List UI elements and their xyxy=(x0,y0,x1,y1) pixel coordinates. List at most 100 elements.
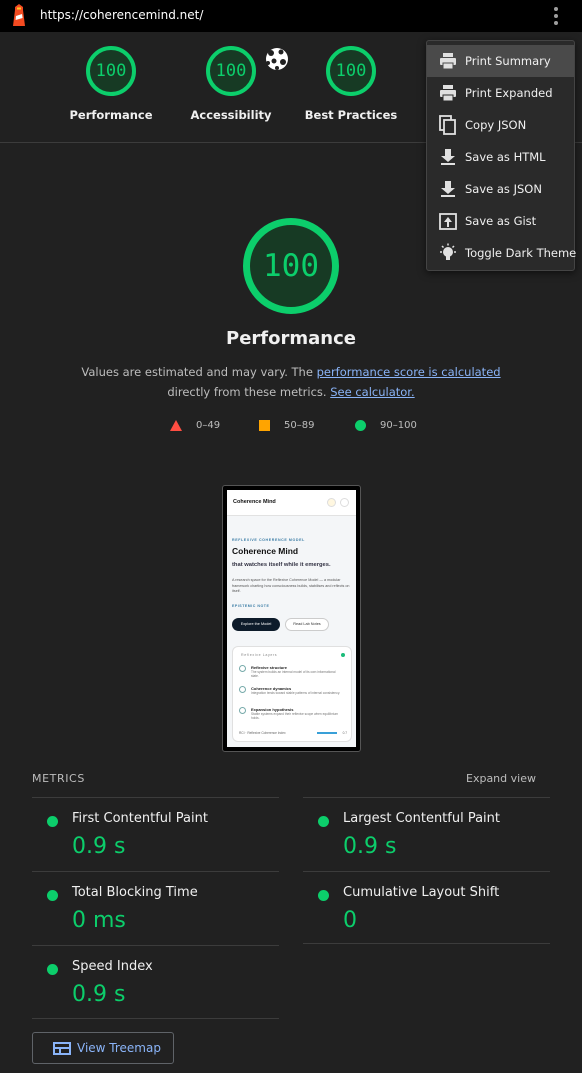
copy-icon xyxy=(439,115,456,135)
menu-icon xyxy=(340,498,349,507)
gauge-score: 100 xyxy=(206,46,256,96)
download-icon xyxy=(441,149,455,165)
kebab-menu-icon[interactable] xyxy=(548,6,564,26)
score-legend: 0–49 50–89 90–100 xyxy=(0,420,582,436)
gauge-label: Performance xyxy=(69,108,153,122)
metric-fcp: First Contentful Paint 0.9 s xyxy=(32,797,279,871)
legend-pass: 90–100 xyxy=(355,420,417,431)
screenshot-heading: Coherence Mind xyxy=(232,546,299,556)
metric-name: Cumulative Layout Shift xyxy=(343,885,500,900)
card-footer-value: 0.7 xyxy=(342,731,347,735)
card-row-desc: Integration tends toward stable patterns… xyxy=(251,691,341,695)
card-title: Reflexive Layers xyxy=(241,653,278,657)
card-row-desc: Stable systems expand their reflexive sc… xyxy=(251,712,338,721)
menu-item-save-gist[interactable]: Save as Gist xyxy=(427,205,574,237)
metric-name: Largest Contentful Paint xyxy=(343,811,501,826)
card-footer: RCI · Reflexive Coherence Index xyxy=(239,731,286,735)
legend-label: 90–100 xyxy=(380,420,417,431)
treemap-icon xyxy=(53,1042,71,1055)
expand-view-toggle[interactable]: Expand view xyxy=(466,772,536,785)
pass-icon xyxy=(47,890,58,901)
score-calculated-link[interactable]: performance score is calculated xyxy=(317,365,501,379)
metrics-header: METRICS xyxy=(32,772,85,785)
metric-name: Total Blocking Time xyxy=(72,885,198,900)
sun-icon xyxy=(327,498,336,507)
menu-item-save-json[interactable]: Save as JSON xyxy=(427,173,574,205)
menu-item-label: Save as HTML xyxy=(465,150,546,164)
gauge-label: Accessibility xyxy=(190,108,272,122)
menu-item-label: Save as Gist xyxy=(465,214,537,228)
menu-item-label: Toggle Dark Theme xyxy=(465,246,577,260)
legend-average: 50–89 xyxy=(259,420,314,431)
desc-text: directly from these metrics. xyxy=(167,385,331,399)
metric-tbt: Total Blocking Time 0 ms xyxy=(32,871,279,945)
metric-value: 0.9 s xyxy=(72,834,126,859)
menu-item-print-summary[interactable]: Print Summary xyxy=(427,45,574,77)
menu-item-save-html[interactable]: Save as HTML xyxy=(427,141,574,173)
screenshot-subheading: that watches itself while it emerges. xyxy=(232,562,331,568)
pwa-badge-icon xyxy=(266,48,288,70)
metric-si: Speed Index 0.9 s xyxy=(32,945,279,1019)
pass-icon xyxy=(47,816,58,827)
lightbulb-icon xyxy=(440,243,456,260)
menu-item-label: Print Expanded xyxy=(465,86,553,100)
see-calculator-link[interactable]: See calculator. xyxy=(330,385,414,399)
gauge-score: 100 xyxy=(86,46,136,96)
printer-icon xyxy=(440,53,456,70)
performance-gauge: 100 xyxy=(243,218,339,314)
printer-icon xyxy=(440,85,456,102)
download-icon xyxy=(441,181,455,197)
desc-text: Values are estimated and may vary. The xyxy=(81,365,317,379)
screenshot-page: Coherence Mind REFLEXIVE COHERENCE MODEL… xyxy=(227,490,356,747)
metric-value: 0.9 s xyxy=(72,982,126,1007)
triangle-icon xyxy=(170,420,182,431)
menu-item-print-expanded[interactable]: Print Expanded xyxy=(427,77,574,109)
menu-item-toggle-dark-theme[interactable]: Toggle Dark Theme xyxy=(427,237,577,269)
metric-value: 0 ms xyxy=(72,908,126,933)
screenshot-eyebrow: REFLEXIVE COHERENCE MODEL xyxy=(232,538,305,542)
metric-lcp: Largest Contentful Paint 0.9 s xyxy=(303,797,550,871)
bullet-icon xyxy=(239,686,246,693)
square-icon xyxy=(259,420,270,431)
bullet-icon xyxy=(239,707,246,714)
pass-icon xyxy=(318,816,329,827)
menu-item-label: Print Summary xyxy=(465,54,551,68)
metric-name: Speed Index xyxy=(72,959,153,974)
card-row-desc: The system builds an internal model of i… xyxy=(251,670,336,679)
screenshot-primary-button: Explore the Model xyxy=(232,618,280,631)
page-url: https://coherencemind.net/ xyxy=(40,8,204,22)
menu-item-label: Save as JSON xyxy=(465,182,542,196)
screenshot-card: Reflexive Layers Reflexive structure The… xyxy=(232,646,352,742)
metric-value: 0.9 s xyxy=(343,834,397,859)
performance-title: Performance xyxy=(226,328,356,349)
screenshot-secondary-button: Read Lab Notes xyxy=(285,618,329,631)
legend-fail: 0–49 xyxy=(170,420,220,431)
treemap-label: View Treemap xyxy=(77,1041,161,1055)
pass-icon xyxy=(47,964,58,975)
performance-description: Values are estimated and may vary. The p… xyxy=(60,362,522,402)
metric-cls: Cumulative Layout Shift 0 xyxy=(303,871,550,945)
screenshot-note-label: EPISTEMIC NOTE xyxy=(232,604,270,608)
final-screenshot[interactable]: Coherence Mind REFLEXIVE COHERENCE MODEL… xyxy=(222,485,361,752)
gauge-best-practices[interactable]: 100 Best Practices xyxy=(301,32,401,122)
menu-item-copy-json[interactable]: Copy JSON xyxy=(427,109,574,141)
menu-item-label: Copy JSON xyxy=(465,118,527,132)
status-dot-icon xyxy=(341,653,345,657)
gauge-performance[interactable]: 100 Performance xyxy=(61,32,161,122)
screenshot-brand: Coherence Mind xyxy=(233,499,276,505)
metric-value: 0 xyxy=(343,908,357,933)
pass-icon xyxy=(318,890,329,901)
screenshot-paragraph: A research space for the Reflexive Coher… xyxy=(232,578,350,593)
view-treemap-button[interactable]: View Treemap xyxy=(32,1032,174,1064)
gauge-score: 100 xyxy=(326,46,376,96)
upload-icon xyxy=(439,213,457,230)
divider xyxy=(303,943,550,944)
circle-icon xyxy=(355,420,366,431)
screenshot-header: Coherence Mind xyxy=(227,490,356,516)
divider xyxy=(32,1018,279,1019)
url-bar: https://coherencemind.net/ xyxy=(0,0,582,32)
legend-label: 50–89 xyxy=(284,420,315,431)
legend-label: 0–49 xyxy=(196,420,221,431)
bullet-icon xyxy=(239,665,246,672)
lighthouse-logo-icon xyxy=(13,4,25,26)
